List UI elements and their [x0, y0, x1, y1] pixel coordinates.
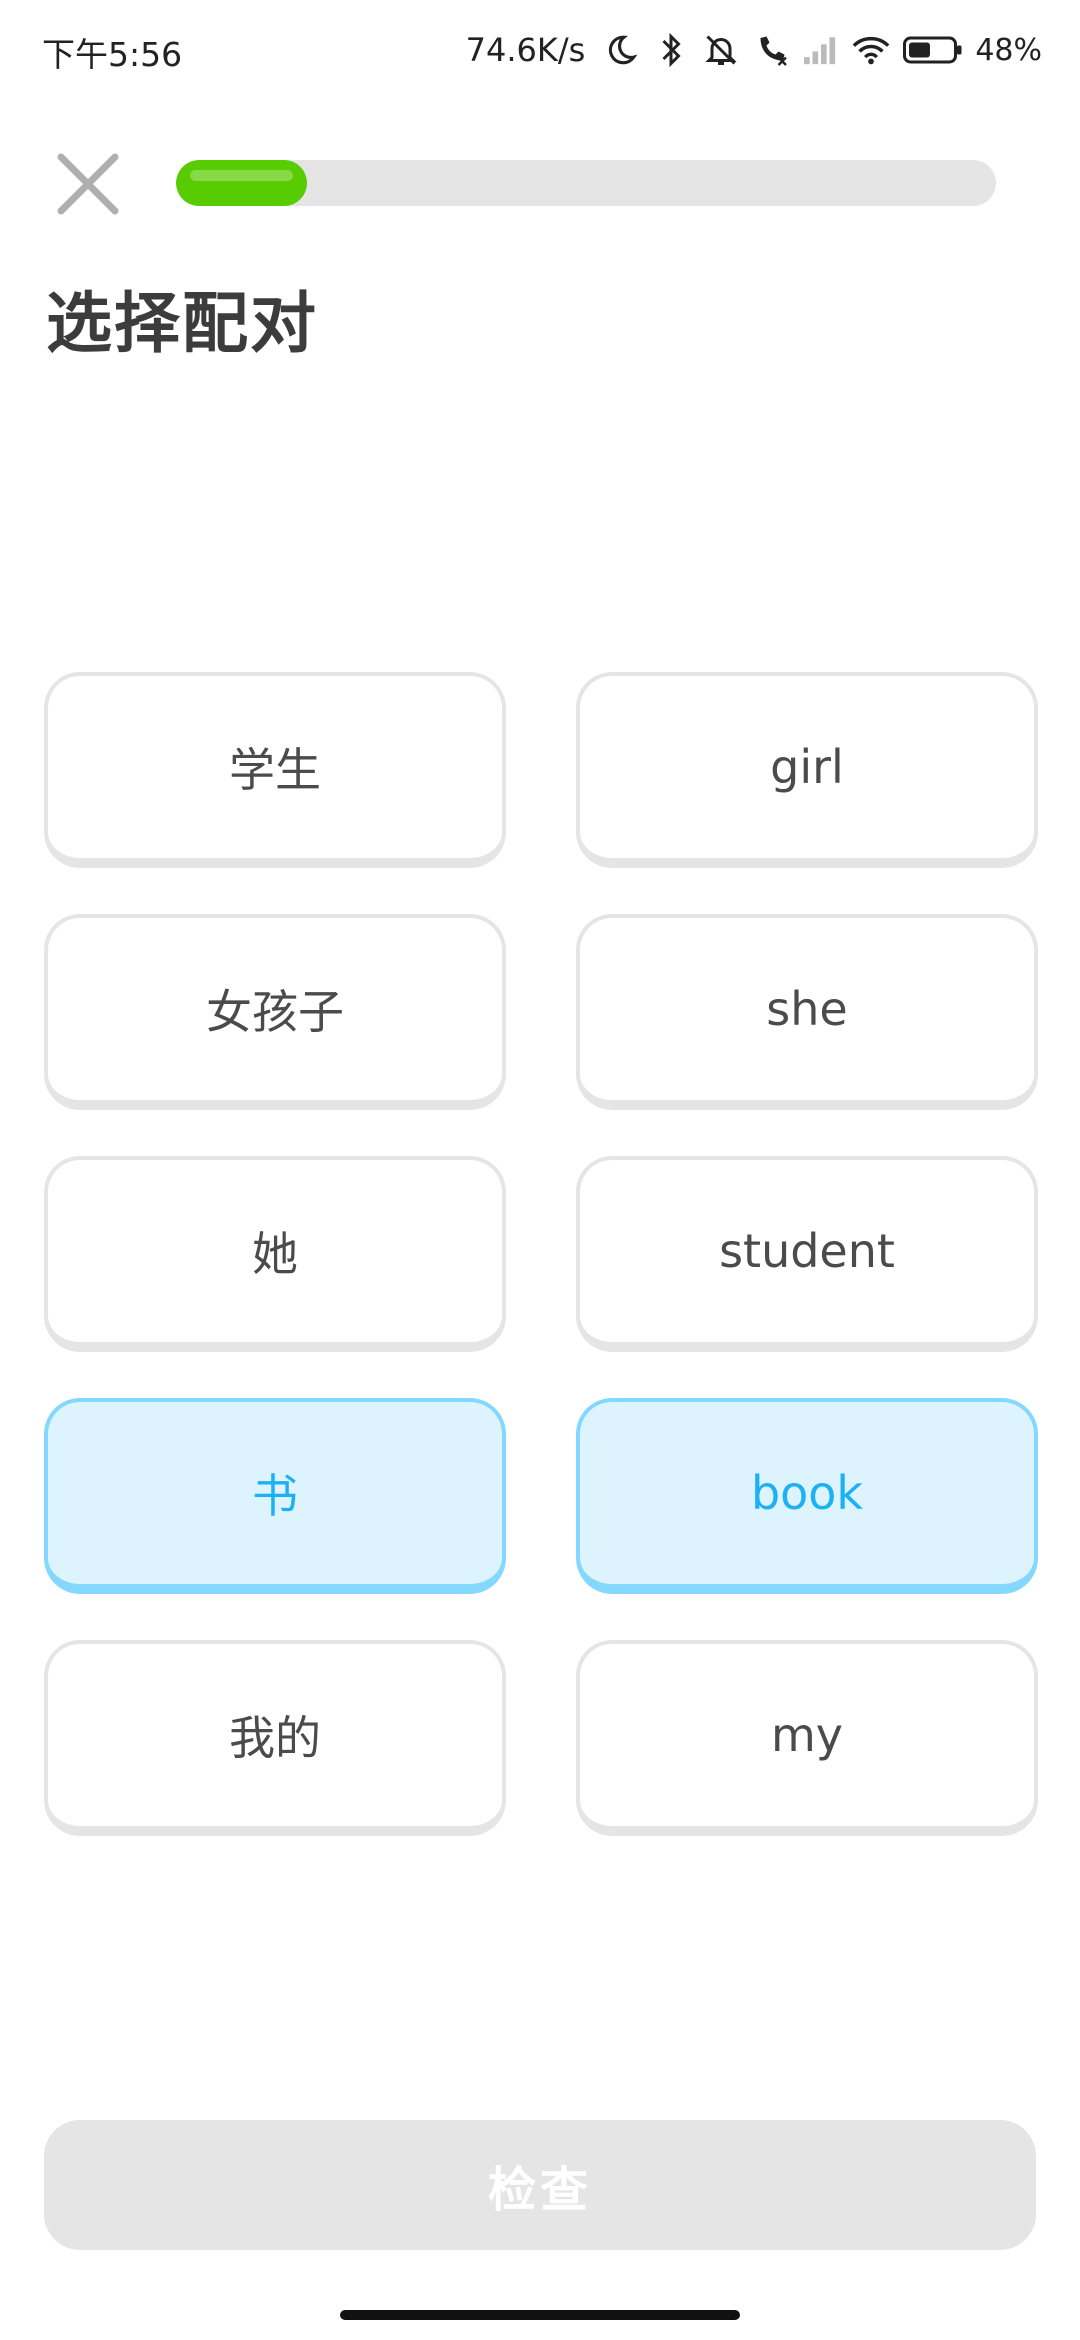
tile-left-4[interactable]: 书: [44, 1398, 506, 1594]
home-indicator[interactable]: [340, 2310, 740, 2320]
check-button[interactable]: 检查: [44, 2120, 1036, 2250]
tile-right-3[interactable]: student: [576, 1156, 1038, 1352]
tile-left-3[interactable]: 她: [44, 1156, 506, 1352]
page-title: 选择配对: [46, 285, 318, 362]
moon-icon: [601, 30, 641, 70]
mute-bell-icon: [701, 30, 741, 70]
close-button[interactable]: [54, 150, 122, 218]
status-icons: 74.6K/s 48%: [466, 22, 1042, 78]
tile-left-5[interactable]: 我的: [44, 1640, 506, 1836]
battery-icon: [901, 30, 965, 70]
tile-left-1[interactable]: 学生: [44, 672, 506, 868]
status-time: 下午5:56: [42, 35, 183, 74]
lesson-progress-bar: [176, 160, 996, 206]
call-icon: [751, 30, 791, 70]
tile-left-2[interactable]: 女孩子: [44, 914, 506, 1110]
bluetooth-icon: [651, 30, 691, 70]
tile-right-4[interactable]: book: [576, 1398, 1038, 1594]
tile-right-1[interactable]: girl: [576, 672, 1038, 868]
tile-right-5[interactable]: my: [576, 1640, 1038, 1836]
progress-shine: [190, 170, 293, 181]
tile-right-2[interactable]: she: [576, 914, 1038, 1110]
close-icon: [57, 153, 119, 215]
signal-icon: [801, 30, 841, 70]
match-tiles-grid: 学生 girl 女孩子 she 她 student 书 book 我的 my: [44, 672, 1040, 1836]
wifi-icon: [851, 30, 891, 70]
battery-percent: 48%: [975, 32, 1042, 68]
status-bar: 下午5:56 74.6K/s 48%: [0, 0, 1080, 100]
network-speed: 74.6K/s: [465, 31, 586, 69]
lesson-progress-fill: [176, 160, 307, 206]
